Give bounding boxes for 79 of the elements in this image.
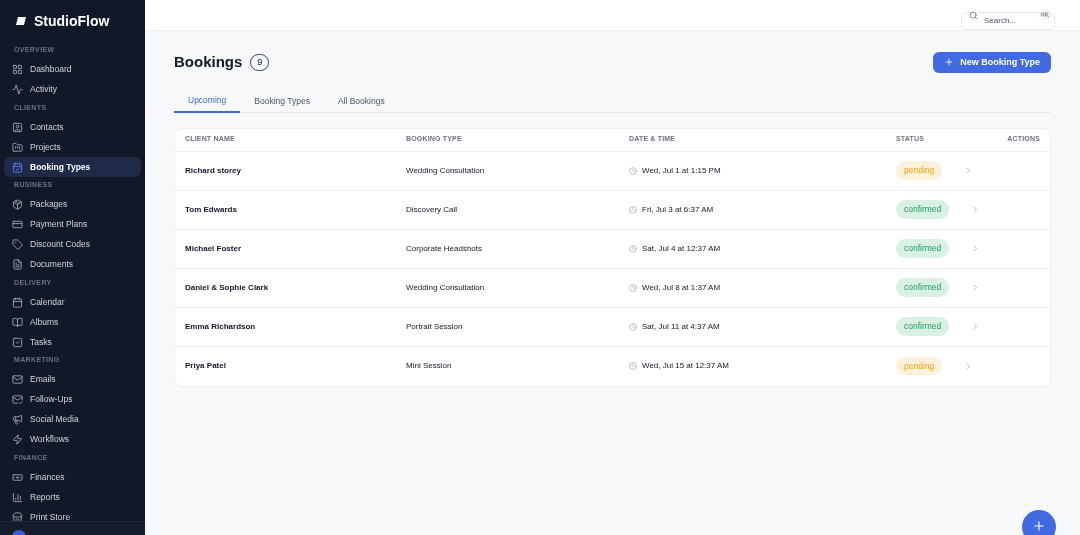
sidebar-item[interactable]: Emails [4, 369, 141, 390]
banknote-icon [12, 471, 23, 483]
booking-type: Wedding Consultation [406, 164, 486, 177]
sidebar-item[interactable]: Activity [4, 79, 141, 100]
clock-icon [629, 322, 637, 331]
box-icon [12, 199, 23, 210]
sidebar-item[interactable]: Calendar [4, 292, 141, 312]
booking-type: Mini Session [406, 360, 453, 372]
page-title: Bookings [174, 52, 243, 72]
tag-icon [12, 239, 23, 250]
client-name: Priya Patel [185, 360, 227, 372]
status-badge: pending [896, 356, 943, 376]
date-time: Wed, Jul 15 at 12:37 AM [642, 360, 729, 372]
tab[interactable]: Upcoming [174, 90, 241, 113]
booking-type: Portrait Session [406, 320, 464, 333]
clock-icon [629, 283, 637, 292]
client-name: Tom Edwards [185, 203, 238, 216]
booking-type: Corporate Headshots [406, 242, 484, 255]
contact-icon [12, 121, 23, 133]
client-name: Emma Richardson [185, 320, 257, 333]
new-booking-type-button[interactable]: New Booking Type [933, 51, 1051, 73]
card-icon [12, 219, 23, 230]
sidebar-item[interactable]: Tasks [4, 332, 141, 352]
checkbox-icon [12, 336, 23, 348]
client-name: Richard storey [185, 164, 243, 177]
date-time: Fri, Jul 3 at 6:37 AM [642, 203, 714, 216]
clock-icon [629, 362, 637, 370]
sidebar-item[interactable]: Documents [4, 254, 141, 275]
status-badge: confirmed [896, 239, 950, 258]
client-name: Daniel & Sophie Clark [185, 281, 270, 294]
book-icon [12, 316, 23, 328]
status-badge: confirmed [896, 200, 950, 219]
booking-type: Wedding Consultation [406, 281, 486, 294]
mail-icon [12, 374, 23, 385]
sidebar-item[interactable]: Reports [4, 487, 141, 507]
sidebar-item[interactable]: Albums [4, 312, 141, 332]
plus-icon [944, 57, 955, 68]
document-icon [12, 259, 23, 270]
client-name: Michael Foster [185, 242, 242, 255]
clock-icon [629, 166, 637, 175]
date-time: Wed, Jul 8 at 1:37 AM [642, 281, 721, 294]
megaphone-icon [12, 414, 23, 425]
tab[interactable]: Booking Types [240, 90, 324, 113]
calendar-icon [12, 296, 23, 308]
sidebar-item[interactable]: Print Store [4, 507, 141, 521]
status-badge: confirmed [896, 278, 950, 297]
lightning-icon [12, 434, 23, 445]
sidebar-item[interactable]: Payment Plans [4, 214, 141, 235]
calendar-icon [12, 161, 23, 173]
logo-icon [16, 17, 26, 25]
sidebar-item[interactable]: Social Media [4, 409, 141, 430]
status-badge: confirmed [896, 317, 950, 336]
clock-icon [629, 205, 637, 214]
store-icon [12, 511, 23, 521]
add-fab-button[interactable] [1022, 510, 1056, 535]
sidebar-item[interactable]: Dashboard [4, 59, 141, 80]
sidebar-item[interactable]: Projects [4, 137, 141, 157]
sidebar-item[interactable]: Discount Codes [4, 234, 141, 255]
plus-icon [1032, 519, 1046, 533]
sidebar-item[interactable]: Packages [4, 194, 141, 215]
tab[interactable]: All Bookings [323, 90, 399, 113]
sidebar-item[interactable]: Contacts [4, 117, 141, 137]
sidebar-item[interactable]: Booking Types [4, 157, 141, 177]
clock-icon [629, 244, 637, 253]
date-time: Wed, Jul 1 at 1:15 PM [642, 164, 721, 177]
pulse-icon [12, 84, 23, 95]
mail-check-icon [12, 394, 23, 405]
bar-chart-icon [12, 491, 23, 503]
grid-icon [12, 64, 23, 75]
search-icon [969, 10, 978, 20]
sidebar-item[interactable]: Workflows [4, 429, 141, 450]
status-badge: pending [896, 161, 943, 180]
date-time: Sat, Jul 11 at 4:37 AM [642, 320, 720, 333]
sidebar-item[interactable]: Finances [4, 467, 141, 487]
date-time: Sat, Jul 4 at 12:37 AM [642, 242, 721, 255]
sidebar-item[interactable]: Follow-Ups [4, 389, 141, 410]
booking-type: Discovery Call [406, 203, 459, 216]
folder-icon [12, 141, 23, 153]
brand-name: StudioFlow [34, 11, 110, 31]
